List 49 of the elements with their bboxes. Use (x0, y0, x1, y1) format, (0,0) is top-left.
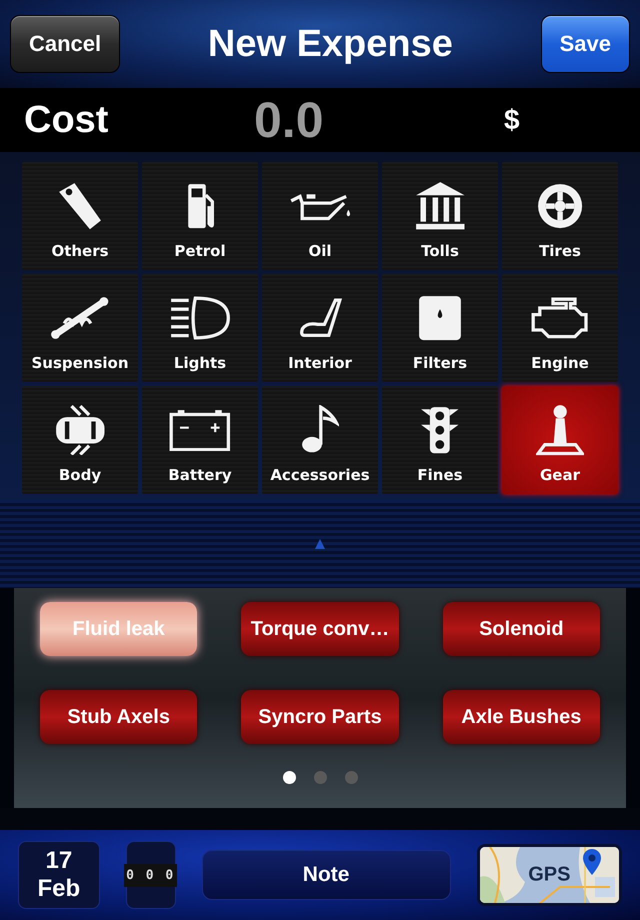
category-tile[interactable]: Tires (502, 162, 618, 270)
location-pin-icon (583, 849, 602, 875)
category-tile[interactable]: Body (22, 386, 138, 494)
gear-stick-icon (536, 404, 584, 456)
currency-symbol: $ (504, 104, 520, 136)
page-dot[interactable] (282, 771, 296, 784)
note-button[interactable]: Note (202, 850, 451, 900)
category-tile[interactable]: Fines (382, 386, 498, 494)
shock-absorber-icon (50, 296, 110, 340)
category-tile[interactable]: Battery (142, 386, 258, 494)
battery-icon (169, 408, 231, 452)
category-tile[interactable]: Suspension (22, 274, 138, 382)
seat-icon (298, 298, 342, 338)
page-dot[interactable] (314, 771, 326, 784)
date-button[interactable]: 17 Feb (18, 841, 100, 909)
page-dot[interactable] (344, 771, 358, 784)
subcategory-button[interactable]: Torque conv… (241, 602, 399, 656)
category-tile[interactable]: Tolls (382, 162, 498, 270)
category-tile[interactable]: Engine (502, 274, 618, 382)
headlight-icon (170, 296, 230, 340)
filter-icon (418, 294, 462, 342)
category-tile[interactable]: Interior (262, 274, 378, 382)
category-tile[interactable]: Others (22, 162, 138, 270)
cost-value[interactable]: 0.0 (254, 91, 504, 149)
engine-icon (531, 297, 589, 339)
subcategory-button[interactable]: Axle Bushes (442, 690, 600, 744)
up-triangle-icon[interactable] (315, 539, 325, 549)
music-note-icon (301, 405, 339, 455)
subcategory-button[interactable]: Syncro Parts (241, 690, 399, 744)
subcategory-button[interactable]: Solenoid (442, 602, 600, 656)
category-tile[interactable]: Gear (502, 386, 618, 494)
traffic-light-icon (420, 406, 460, 454)
category-tile[interactable]: Accessories (262, 386, 378, 494)
tag-icon (58, 182, 102, 230)
category-tile[interactable]: Lights (142, 274, 258, 382)
gps-button[interactable]: GPS (476, 844, 622, 906)
wheel-icon (536, 182, 584, 230)
save-button[interactable]: Save (540, 15, 630, 73)
cancel-button[interactable]: Cancel (10, 15, 120, 73)
odometer-button[interactable]: 0 0 0 (126, 841, 176, 909)
car-icon (54, 404, 106, 456)
category-tile[interactable]: Oil (262, 162, 378, 270)
screen-title: New Expense (208, 22, 453, 66)
cost-label: Cost (24, 98, 110, 142)
category-tile[interactable]: Petrol (142, 162, 258, 270)
category-tile[interactable]: Filters (382, 274, 498, 382)
building-icon (414, 181, 466, 231)
subcategory-button[interactable]: Stub Axels (40, 690, 198, 744)
fuel-pump-icon (186, 182, 214, 230)
